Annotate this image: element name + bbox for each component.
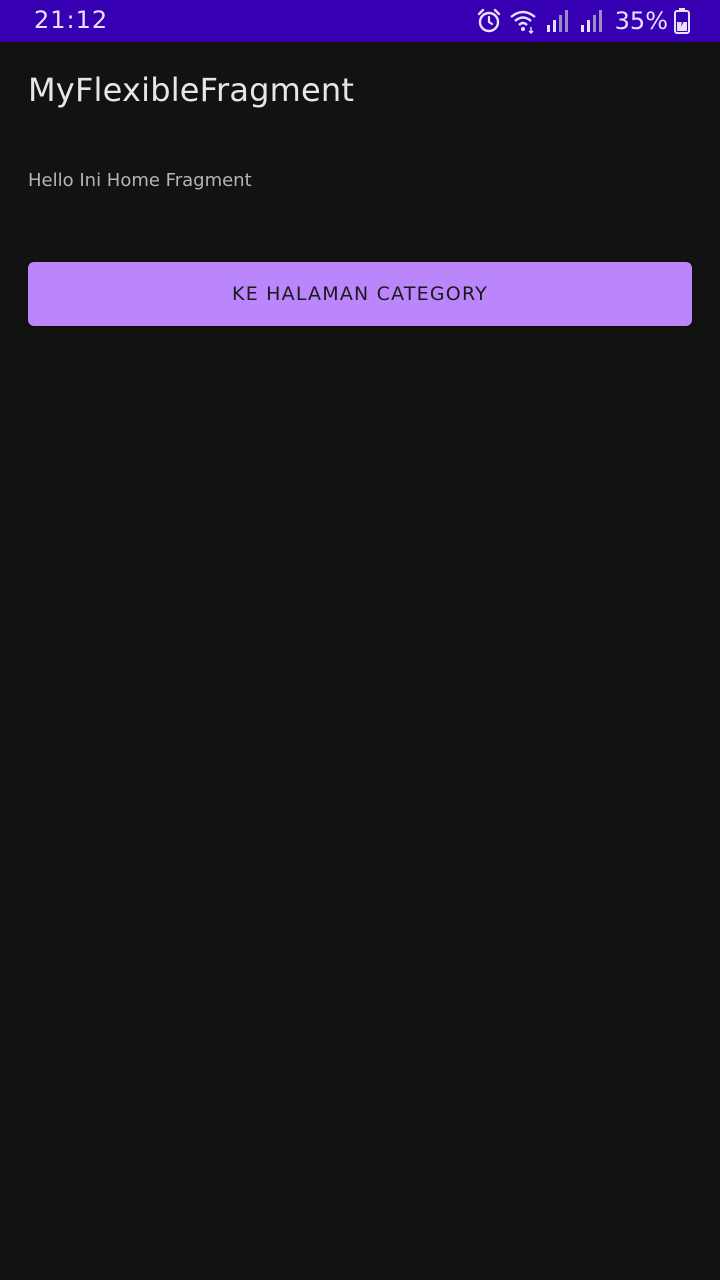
app-content: MyFlexibleFragment Hello Ini Home Fragme… xyxy=(0,42,720,1280)
status-time: 21:12 xyxy=(34,6,109,34)
wifi-icon xyxy=(509,7,537,35)
home-fragment-text: Hello Ini Home Fragment xyxy=(28,170,252,191)
alarm-icon xyxy=(475,7,503,35)
signal-icon xyxy=(543,7,571,35)
signal-icon xyxy=(577,7,605,35)
status-icons: 35% xyxy=(475,6,690,36)
go-to-category-button[interactable]: KE HALAMAN CATEGORY xyxy=(28,262,692,326)
status-bar: 21:12 35% xyxy=(0,0,720,42)
page-title: MyFlexibleFragment xyxy=(28,71,355,109)
battery-percent: 35% xyxy=(614,7,668,35)
battery-charging-icon xyxy=(674,8,690,34)
